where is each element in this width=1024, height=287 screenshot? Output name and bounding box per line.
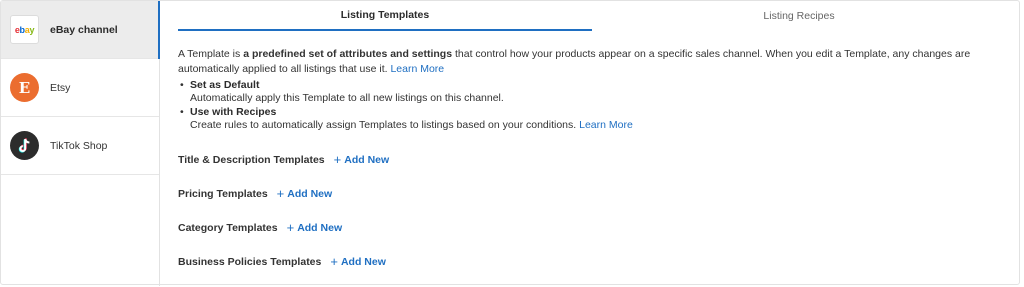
plus-icon: + — [333, 152, 342, 167]
sidebar-item-label: eBay channel — [50, 23, 118, 36]
sidebar-item-label: Etsy — [50, 81, 71, 94]
tab-bar: Listing Templates Listing Recipes — [178, 1, 1020, 31]
tab-listing-recipes[interactable]: Listing Recipes — [592, 1, 1006, 31]
sidebar-item-label: TikTok Shop — [50, 139, 108, 152]
sidebar-item-etsy[interactable]: E Etsy — [1, 59, 159, 117]
bullet-text: Automatically apply this Template to all… — [190, 91, 504, 104]
add-new-label: Add New — [287, 188, 333, 200]
learn-more-link[interactable]: Learn More — [390, 63, 444, 75]
section-title: Category Templates — [178, 222, 278, 234]
plus-icon: + — [286, 220, 295, 235]
tiktok-logo-icon — [10, 131, 39, 160]
bullet-title: Set as Default — [190, 79, 260, 91]
add-pricing-template-button[interactable]: + Add New — [276, 186, 333, 201]
add-title-description-template-button[interactable]: + Add New — [333, 152, 390, 167]
listing-templates-panel: ebay eBay channel E Etsy TikTok Shop Lis… — [0, 0, 1020, 286]
sidebar-item-ebay-channel[interactable]: ebay eBay channel — [1, 1, 160, 59]
template-description: A Template is a predefined set of attrib… — [178, 47, 1016, 77]
section-title: Business Policies Templates — [178, 256, 322, 268]
sidebar-item-tiktok-shop[interactable]: TikTok Shop — [1, 117, 159, 175]
recipes-learn-more-link[interactable]: Learn More — [579, 119, 633, 131]
description-bold: a predefined set of attributes and setti… — [243, 48, 453, 60]
list-item: Set as Default Automatically apply this … — [178, 79, 998, 104]
bullet-title: Use with Recipes — [190, 106, 277, 118]
template-features-list: Set as Default Automatically apply this … — [178, 79, 998, 133]
pricing-templates-section: Pricing Templates + Add New — [178, 186, 332, 202]
section-title: Pricing Templates — [178, 188, 268, 200]
category-templates-section: Category Templates + Add New — [178, 220, 342, 236]
section-title: Title & Description Templates — [178, 154, 325, 166]
channel-sidebar: ebay eBay channel E Etsy TikTok Shop — [1, 1, 160, 286]
etsy-logo-icon: E — [10, 73, 39, 102]
add-new-label: Add New — [340, 256, 386, 268]
title-description-templates-section: Title & Description Templates + Add New — [178, 152, 389, 168]
business-policies-templates-section: Business Policies Templates + Add New — [178, 254, 386, 270]
add-new-label: Add New — [297, 222, 343, 234]
add-business-policies-template-button[interactable]: + Add New — [330, 254, 386, 269]
bullet-text: Create rules to automatically assign Tem… — [190, 118, 577, 131]
tab-listing-templates[interactable]: Listing Templates — [178, 1, 592, 31]
add-category-template-button[interactable]: + Add New — [286, 220, 343, 235]
list-item: Use with Recipes Create rules to automat… — [178, 106, 998, 131]
description-prefix: A Template is — [178, 48, 244, 60]
plus-icon: + — [276, 186, 285, 201]
add-new-label: Add New — [344, 154, 390, 166]
ebay-logo-icon: ebay — [10, 15, 39, 44]
plus-icon: + — [330, 254, 338, 269]
